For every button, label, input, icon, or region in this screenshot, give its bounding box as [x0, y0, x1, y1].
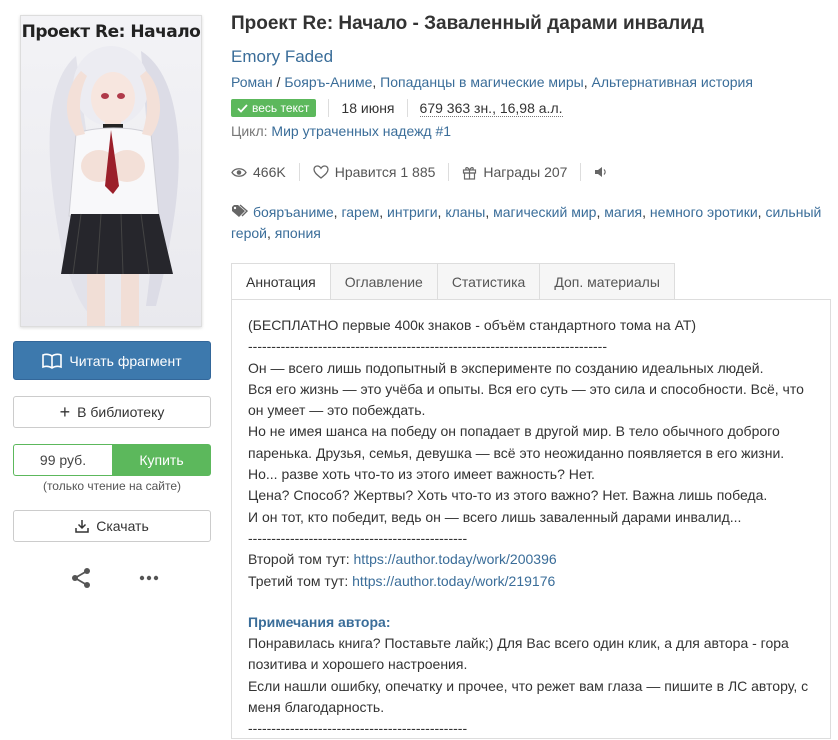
library-label: В библиотеку: [77, 404, 165, 420]
annotation-line: ----------------------------------------…: [248, 338, 607, 355]
volume-3-label: Третий том тут:: [248, 572, 353, 589]
read-fragment-button[interactable]: Читать фрагмент: [13, 341, 211, 380]
annotation-line: (БЕСПЛАТНО первые 400к знаков - объём ст…: [248, 317, 697, 333]
download-icon: [75, 520, 89, 533]
likes-label: Нравится 1 885: [334, 164, 436, 180]
volume-2-link[interactable]: https://author.today/work/200396: [354, 551, 557, 567]
open-book-icon: [42, 353, 63, 369]
genre-link[interactable]: Роман: [231, 74, 273, 90]
tag-link[interactable]: гарем: [341, 204, 379, 220]
tag-link[interactable]: япония: [275, 225, 321, 241]
share-icon[interactable]: [70, 567, 92, 589]
publish-date: 18 июня: [341, 100, 395, 116]
audio-stat[interactable]: [594, 166, 608, 178]
genre-link[interactable]: Попаданцы в магические миры: [380, 74, 584, 90]
price: 99 руб.: [13, 444, 112, 476]
tag-link[interactable]: магия: [604, 204, 642, 220]
annotation-line: Он — всего лишь подопытный в эксперимент…: [248, 359, 764, 376]
annotation-line: Цена? Способ? Жертвы? Хоть что-то из это…: [248, 487, 768, 504]
more-icon[interactable]: [138, 574, 160, 582]
author-note-line: позитива и хорошего настроения.: [248, 656, 468, 673]
annotation-line: Но... разве хоть что-то из этого имеет в…: [248, 466, 595, 483]
tab-extra-materials[interactable]: Доп. материалы: [539, 263, 675, 299]
volume-2-line: Второй том тут: https://author.today/wor…: [248, 549, 818, 570]
annotation-text: (БЕСПЛАТНО первые 400к знаков - объём ст…: [248, 315, 818, 740]
author-note-line: меня благодарность.: [248, 699, 385, 716]
annotation-line: Вся его жизнь — это учёба и опыты. Вся е…: [248, 380, 804, 397]
annotation-line: И он тот, кто победит, ведь он — всего л…: [248, 508, 742, 525]
plus-icon: +: [59, 402, 71, 422]
tag-link[interactable]: интриги: [387, 204, 438, 220]
gift-icon: [463, 166, 477, 180]
awards-label: Награды 207: [483, 164, 568, 180]
add-to-library-button[interactable]: + В библиотеку: [13, 396, 211, 428]
share-row: [70, 566, 160, 590]
annotation-line: он умеет — это побеждать.: [248, 402, 426, 419]
content-tabs: Аннотация Оглавление Статистика Доп. мат…: [231, 263, 675, 300]
volume-3-link[interactable]: https://author.today/work/219176: [352, 573, 555, 589]
speaker-icon: [595, 167, 607, 177]
like-stat[interactable]: Нравится 1 885: [313, 164, 436, 180]
author-note-line: Понравилась книга? Поставьте лайк;) Для …: [248, 635, 789, 652]
tag-list: бояръаниме, гарем, интриги, кланы, магич…: [231, 204, 822, 241]
book-info-row: весь текст 18 июня 679 363 зн., 16,98 а.…: [231, 97, 563, 119]
volume-2-label: Второй том тут:: [248, 551, 354, 568]
cover-title: Проект Re: Начало: [21, 22, 201, 42]
book-cover[interactable]: Проект Re: Начало: [20, 15, 202, 327]
tag-link[interactable]: бояръаниме: [253, 204, 334, 220]
author-note-line: Если нашли ошибку, опечатку и прочее, чт…: [248, 677, 809, 694]
cycle-info: Цикл: Мир утраченных надежд #1: [231, 123, 451, 139]
status-badge-label: весь текст: [252, 101, 310, 115]
read-fragment-label: Читать фрагмент: [69, 352, 182, 369]
buy-group: 99 руб. Купить: [13, 444, 211, 476]
tab-contents[interactable]: Оглавление: [329, 263, 438, 299]
tag-link[interactable]: немного эротики: [650, 204, 758, 220]
tab-annotation[interactable]: Аннотация: [231, 263, 331, 300]
book-title: Проект Re: Начало - Заваленный дарами ин…: [231, 13, 704, 34]
genre-link[interactable]: Альтернативная история: [592, 74, 753, 90]
tag-link[interactable]: магический мир: [493, 204, 596, 220]
annotation-line: Но не имея шанса на победу он попадает в…: [248, 423, 780, 440]
heart-icon: [313, 165, 329, 179]
cycle-label: Цикл:: [231, 123, 268, 139]
annotation-line: паренька. Друзья, семья, девушка — всё э…: [248, 444, 785, 461]
cycle-link[interactable]: Мир утраченных надежд #1: [271, 123, 451, 139]
author-notes-title: Примечания автора:: [248, 613, 391, 630]
stats-row: 466K Нравится 1 885 Награды 207: [231, 162, 608, 182]
genre-link[interactable]: Бояръ-Аниме: [284, 74, 372, 90]
awards-stat[interactable]: Награды 207: [462, 164, 567, 180]
annotation-line: ----------------------------------------…: [248, 529, 468, 546]
download-button[interactable]: Скачать: [13, 510, 211, 542]
check-icon: [237, 103, 248, 113]
tag-link[interactable]: кланы: [445, 204, 485, 220]
views-stat: 466K: [231, 164, 286, 180]
author-link[interactable]: Emory Faded: [231, 47, 333, 67]
book-size: 679 363 зн., 16,98 а.л.: [419, 99, 563, 117]
cover-illustration: [49, 46, 179, 326]
reading-only-note: (только чтение на сайте): [42, 479, 182, 493]
views-count: 466K: [253, 164, 286, 180]
genre-list: Роман / Бояръ-Аниме, Попаданцы в магичес…: [231, 74, 753, 90]
eye-icon: [231, 167, 247, 177]
tab-statistics[interactable]: Статистика: [436, 263, 541, 299]
buy-button[interactable]: Купить: [112, 444, 211, 476]
status-badge: весь текст: [231, 99, 317, 117]
volume-3-line: Третий том тут: https://author.today/wor…: [248, 571, 818, 592]
tag-icon: [232, 204, 249, 217]
download-label: Скачать: [96, 518, 149, 534]
